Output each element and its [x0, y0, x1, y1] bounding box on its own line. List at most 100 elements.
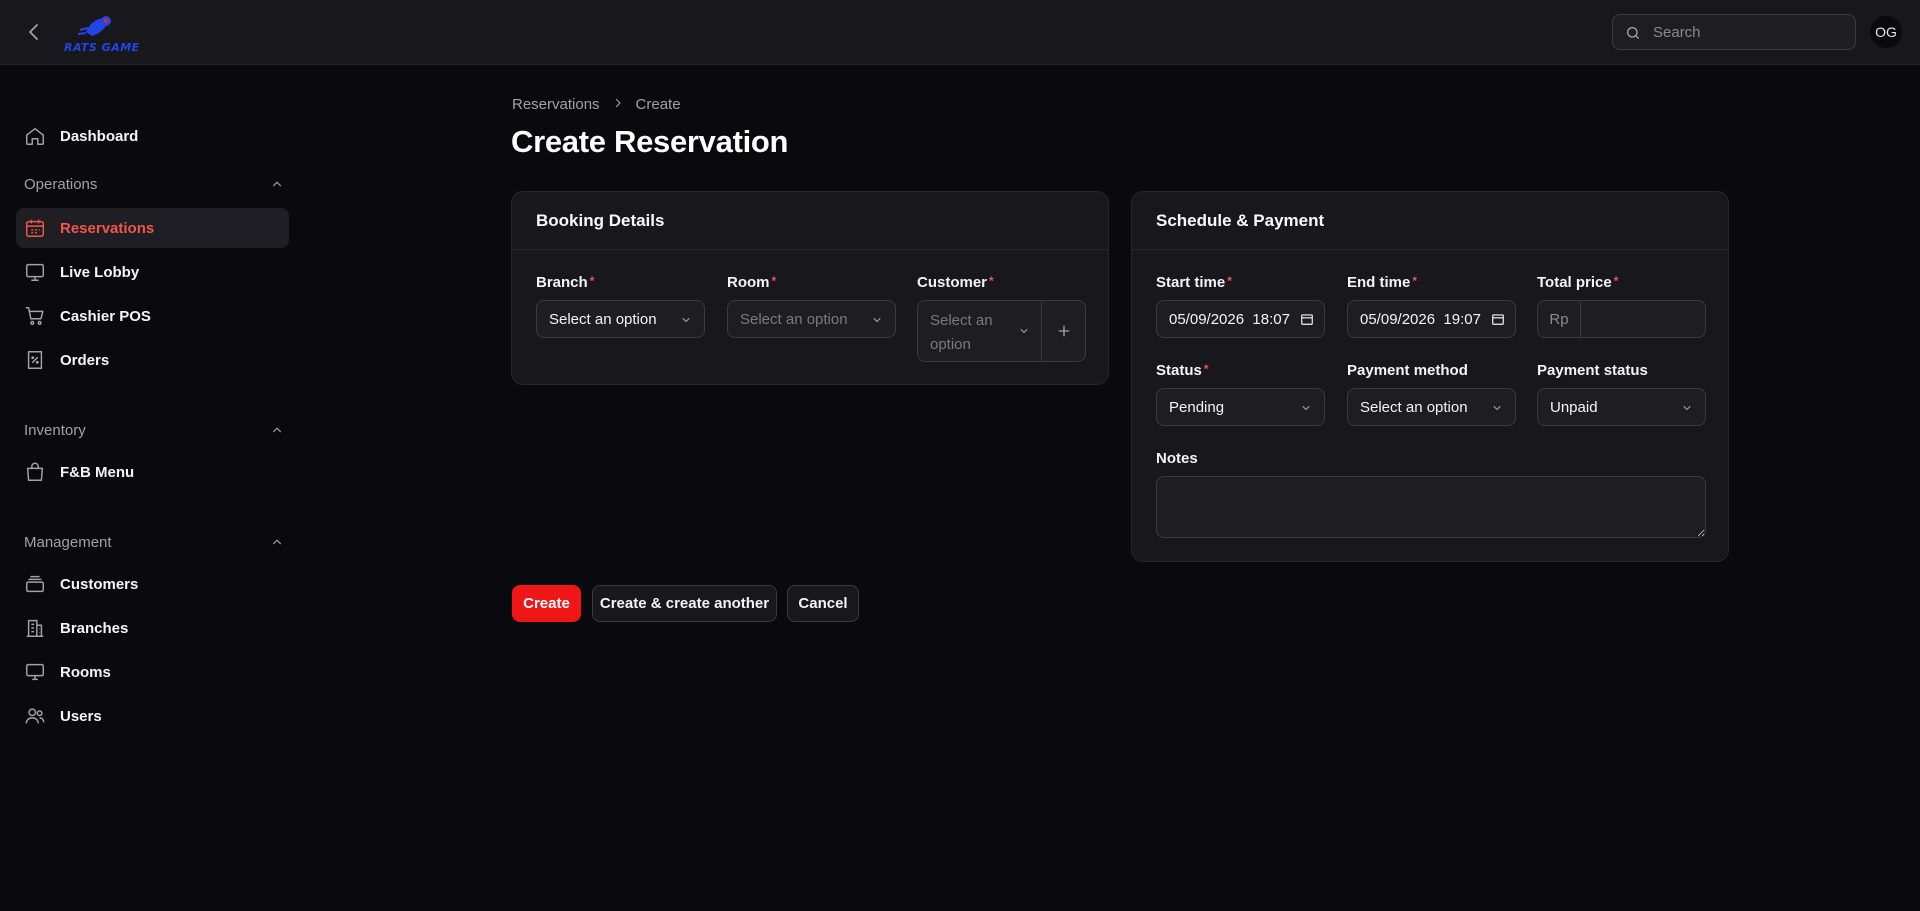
create-button[interactable]: Create [512, 585, 581, 622]
start-time-value: 05/09/2026 18:07 [1169, 310, 1290, 328]
sidebar-item-live-lobby[interactable]: Live Lobby [16, 252, 289, 292]
stack-icon [24, 573, 46, 595]
branch-label: Branch * [536, 274, 595, 291]
plus-icon [1058, 325, 1069, 337]
calendar-icon[interactable] [1491, 312, 1505, 326]
sidebar-item-dashboard[interactable]: Dashboard [16, 116, 289, 156]
card-title: Booking Details [512, 192, 1108, 250]
chevron-up-icon [272, 427, 282, 433]
sidebar-item-orders[interactable]: Orders [16, 340, 289, 380]
status-label: Status * [1156, 362, 1209, 379]
branch-select[interactable]: Select an option [536, 300, 705, 338]
total-price-input[interactable] [1582, 301, 1702, 337]
total-price-field: Rp [1537, 300, 1706, 338]
end-time-input[interactable]: 05/09/2026 19:07 [1347, 300, 1516, 338]
start-time-input[interactable]: 05/09/2026 18:07 [1156, 300, 1325, 338]
room-select[interactable]: Select an option [727, 300, 896, 338]
sidebar-item-fb-menu[interactable]: F&B Menu [16, 452, 289, 492]
room-select-value: Select an option [740, 310, 848, 328]
sidebar-item-customers[interactable]: Customers [16, 564, 289, 604]
sidebar-item-label: Cashier POS [60, 307, 151, 325]
payment-status-select-value: Unpaid [1550, 398, 1598, 416]
card-title: Schedule & Payment [1132, 192, 1728, 250]
user-avatar[interactable]: OG [1870, 16, 1902, 48]
top-bar: RATS GAME OG [0, 0, 1920, 65]
shopping-cart-icon [24, 305, 46, 327]
page-title: Create Reservation [511, 124, 789, 159]
status-select[interactable]: Pending [1156, 388, 1325, 426]
add-customer-button[interactable] [1041, 301, 1085, 361]
search-icon [1627, 27, 1639, 39]
sidebar-item-label: Users [60, 707, 102, 725]
desktop-icon [24, 661, 46, 683]
sidebar-item-label: Live Lobby [60, 263, 140, 281]
create-another-button[interactable]: Create & create another [592, 585, 777, 622]
monitor-icon [24, 261, 46, 283]
payment-method-label: Payment method [1347, 362, 1468, 379]
chevron-up-icon [272, 539, 282, 545]
chevron-down-icon [1020, 328, 1028, 334]
calendar-icon [24, 217, 46, 239]
chevron-down-icon [873, 317, 881, 323]
search-input[interactable] [1653, 15, 1849, 49]
chevron-down-icon [1683, 405, 1691, 411]
notes-textarea[interactable] [1156, 476, 1706, 538]
chevron-up-icon [272, 181, 282, 187]
search-field[interactable] [1612, 14, 1856, 50]
logo[interactable]: RATS GAME [62, 12, 142, 54]
sidebar-item-branches[interactable]: Branches [16, 608, 289, 648]
currency-prefix: Rp [1538, 301, 1581, 337]
payment-status-label: Payment status [1537, 362, 1648, 379]
schedule-payment-card: Schedule & Payment Start time * 05/09/202… [1131, 191, 1729, 562]
sidebar-item-label: Rooms [60, 663, 111, 681]
breadcrumb: Reservations Create [512, 96, 681, 113]
group-label: Inventory [24, 421, 86, 439]
booking-details-card: Booking Details Branch * Select an option… [511, 191, 1109, 385]
breadcrumb-reservations-link[interactable]: Reservations [512, 96, 600, 113]
sidebar-item-label: Customers [60, 575, 139, 593]
chevron-down-icon [1302, 405, 1310, 411]
shopping-bag-icon [24, 461, 46, 483]
customer-label: Customer * [917, 274, 994, 291]
building-icon [24, 617, 46, 639]
branch-select-value: Select an option [549, 310, 657, 328]
sidebar-item-reservations[interactable]: Reservations [16, 208, 289, 248]
sidebar-item-cashier-pos[interactable]: Cashier POS [16, 296, 289, 336]
sidebar-item-label: Branches [60, 619, 129, 637]
receipt-percent-icon [24, 349, 46, 371]
chevron-down-icon [682, 317, 690, 323]
calendar-icon[interactable] [1300, 312, 1314, 326]
sidebar-item-users[interactable]: Users [16, 696, 289, 736]
chevron-right-icon [612, 96, 624, 113]
cancel-button[interactable]: Cancel [787, 585, 859, 622]
payment-method-select-value: Select an option [1360, 398, 1468, 416]
users-icon [24, 705, 46, 727]
sidebar-group-operations[interactable]: Operations [24, 172, 284, 196]
end-time-value: 05/09/2026 19:07 [1360, 310, 1481, 328]
customer-select[interactable]: Select an option [918, 301, 1042, 361]
chevron-down-icon [1493, 405, 1501, 411]
logo-text: RATS GAME [64, 41, 140, 54]
home-icon [24, 125, 46, 147]
sidebar-item-label: F&B Menu [60, 463, 135, 481]
back-chevron-icon[interactable] [22, 20, 46, 44]
group-label: Management [24, 533, 112, 551]
total-price-label: Total price * [1537, 274, 1619, 291]
sidebar-item-label: Reservations [60, 219, 155, 237]
end-time-label: End time * [1347, 274, 1418, 291]
breadcrumb-current: Create [635, 96, 681, 113]
payment-status-select[interactable]: Unpaid [1537, 388, 1706, 426]
notes-label: Notes [1156, 450, 1198, 467]
sidebar-item-rooms[interactable]: Rooms [16, 652, 289, 692]
sidebar-group-inventory[interactable]: Inventory [24, 418, 284, 442]
customer-field: Select an option [917, 300, 1086, 362]
sidebar-item-label: Orders [60, 351, 110, 369]
sidebar-item-label: Dashboard [60, 127, 139, 145]
group-label: Operations [24, 175, 98, 193]
payment-method-select[interactable]: Select an option [1347, 388, 1516, 426]
sidebar-group-management[interactable]: Management [24, 530, 284, 554]
status-select-value: Pending [1169, 398, 1225, 416]
room-label: Room * [727, 274, 777, 291]
start-time-label: Start time * [1156, 274, 1232, 291]
sidebar: Dashboard Operations Reservations Live L… [0, 65, 300, 911]
